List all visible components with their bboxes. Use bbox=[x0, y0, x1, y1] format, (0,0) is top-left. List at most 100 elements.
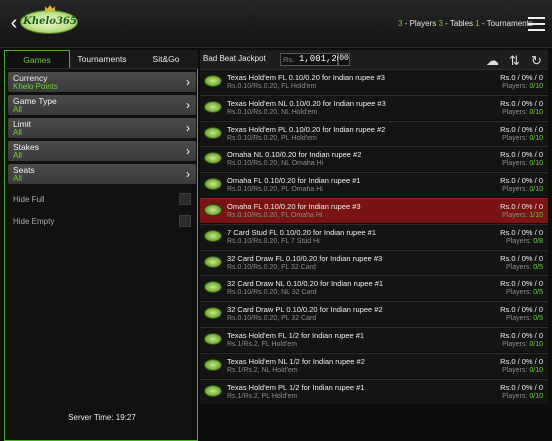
table-row[interactable]: 32 Card Draw FL 0.10/0.20 for Indian rup… bbox=[200, 249, 548, 275]
table-pot: Rs.0 / 0% / 0 bbox=[500, 356, 543, 366]
table-stakes: Rs.0.10/Rs.0.20, FL Omaha Hi bbox=[227, 212, 323, 219]
table-row[interactable]: 7 Card Stud FL 0.10/0.20 for Indian rupe… bbox=[200, 223, 548, 249]
table-name: Omaha FL 0.10/0.20 for Indian rupee #3 bbox=[227, 202, 361, 211]
table-row[interactable]: Texas Hold'em FL 1/2 for Indian rupee #1… bbox=[200, 327, 548, 352]
filter-value: Khelo Points bbox=[13, 82, 58, 91]
filter-limit[interactable]: Limit All › bbox=[8, 118, 196, 138]
table-chip-icon bbox=[204, 307, 222, 320]
tournaments-label: - Tournaments bbox=[479, 19, 533, 28]
crown-icon bbox=[45, 5, 55, 11]
players-value: 0/5 bbox=[533, 289, 543, 297]
table-players: Players: 0/10 bbox=[502, 160, 543, 167]
table-row[interactable]: Texas Hold'em NL 0.10/0.20 for Indian ru… bbox=[200, 94, 548, 120]
table-pot: Rs.0 / 0% / 0 bbox=[500, 253, 543, 263]
table-chip-icon bbox=[204, 75, 222, 87]
chevron-right-icon: › bbox=[186, 75, 190, 89]
table-name: Texas Hold'em NL 0.10/0.20 for Indian ru… bbox=[227, 98, 386, 108]
table-row[interactable]: 32 Card Draw NL 0.10/0.20 for Indian rup… bbox=[200, 275, 548, 301]
table-players: Players: 0/10 bbox=[502, 341, 543, 348]
refresh-icon[interactable]: ↻ bbox=[531, 53, 542, 69]
tables-panel: Bad Beat Jackpot Rs. 1,001,200 00 ☁ ⇅ ↻ … bbox=[200, 50, 548, 412]
hide-full-checkbox[interactable] bbox=[179, 193, 191, 205]
table-pot: Rs.0 / 0% / 0 bbox=[500, 331, 543, 340]
players-label: Players: bbox=[506, 289, 534, 297]
table-pot: Rs.0 / 0% / 0 bbox=[500, 73, 543, 82]
chevron-right-icon: › bbox=[186, 121, 190, 135]
lobby-tabs: Games Tournaments Sit&Go bbox=[4, 50, 198, 69]
players-value: 0/10 bbox=[529, 341, 543, 348]
players-label: Players: bbox=[506, 263, 534, 271]
table-players: Players: 0/8 bbox=[506, 238, 543, 245]
chevron-right-icon: › bbox=[186, 98, 190, 112]
sort-icon[interactable]: ⇅ bbox=[509, 53, 520, 69]
players-value: 0/10 bbox=[529, 160, 543, 168]
chevron-right-icon: › bbox=[186, 144, 190, 158]
jackpot-currency: Rs. bbox=[283, 55, 295, 64]
players-label: Players: bbox=[502, 366, 530, 374]
players-label: Players: bbox=[502, 186, 530, 194]
table-players: Players: 0/10 bbox=[502, 109, 543, 116]
table-name: Texas Hold'em FL 0.10/0.20 for Indian ru… bbox=[227, 73, 385, 82]
players-label: Players: bbox=[506, 237, 534, 245]
filter-currency[interactable]: Currency Khelo Points › bbox=[8, 72, 196, 92]
jackpot-amount-box: Rs. 1,001,200 bbox=[280, 53, 348, 66]
players-label: Players: bbox=[502, 392, 530, 400]
filter-seats[interactable]: Seats All › bbox=[8, 164, 196, 184]
jackpot-bar: Bad Beat Jackpot Rs. 1,001,200 00 ☁ ⇅ ↻ bbox=[200, 50, 548, 69]
table-row[interactable]: Texas Hold'em NL 1/2 for Indian rupee #2… bbox=[200, 352, 548, 378]
server-time: Server Time: 19:27 bbox=[68, 413, 136, 422]
hide-empty-checkbox[interactable] bbox=[179, 215, 191, 227]
table-players: Players: 0/10 bbox=[502, 83, 543, 90]
table-chip-icon bbox=[204, 152, 222, 165]
table-players: Players: 0/10 bbox=[502, 393, 543, 400]
table-players: Players: 0/5 bbox=[506, 289, 543, 296]
table-stakes: Rs.0.10/Rs.0.20, FL 32 Card bbox=[227, 263, 316, 271]
tables-label: - Tables bbox=[442, 19, 476, 28]
filter-stakes[interactable]: Stakes All › bbox=[8, 141, 196, 161]
tables-list: Texas Hold'em FL 0.10/0.20 for Indian ru… bbox=[200, 69, 548, 412]
table-row[interactable]: Texas Hold'em FL 0.10/0.20 for Indian ru… bbox=[200, 69, 548, 94]
table-players: Players: 0/5 bbox=[506, 315, 543, 322]
table-name: 32 Card Draw FL 0.10/0.20 for Indian rup… bbox=[227, 253, 383, 263]
table-chip-icon bbox=[204, 229, 222, 242]
table-players: Players: 0/10 bbox=[502, 186, 543, 193]
players-value: 0/8 bbox=[533, 237, 543, 245]
players-label: - Players bbox=[402, 19, 439, 28]
tab-sitgo[interactable]: Sit&Go bbox=[134, 50, 198, 68]
table-stakes: Rs.0.10/Rs.0.20, FL 7 Stud Hi bbox=[227, 237, 320, 245]
table-name: 32 Card Draw NL 0.10/0.20 for Indian rup… bbox=[227, 279, 384, 289]
table-row[interactable]: Texas Hold'em PL 1/2 for Indian rupee #1… bbox=[200, 378, 548, 404]
filter-game-type[interactable]: Game Type All › bbox=[8, 95, 196, 115]
players-label: Players: bbox=[502, 134, 530, 142]
table-chip-icon bbox=[204, 255, 222, 268]
jackpot-label: Bad Beat Jackpot bbox=[203, 54, 266, 63]
table-chip-icon bbox=[204, 281, 222, 294]
players-value: 0/10 bbox=[529, 186, 543, 194]
players-label: Players: bbox=[502, 160, 530, 168]
table-chip-icon bbox=[204, 333, 222, 345]
table-row[interactable]: Omaha NL 0.10/0.20 for Indian rupee #2 Rs… bbox=[200, 146, 548, 172]
table-pot: Rs.0 / 0% / 0 bbox=[500, 176, 543, 186]
table-row[interactable]: Texas Hold'em PL 0.10/0.20 for Indian ru… bbox=[200, 120, 548, 146]
players-value: 0/10 bbox=[529, 366, 543, 374]
hamburger-menu-icon[interactable] bbox=[528, 17, 545, 31]
tab-games[interactable]: Games bbox=[4, 50, 70, 68]
table-row[interactable]: 32 Card Draw PL 0.10/0.20 for Indian rup… bbox=[200, 301, 548, 327]
table-row[interactable]: Omaha FL 0.10/0.20 for Indian rupee #1 Rs… bbox=[200, 172, 548, 198]
table-stakes: Rs.0.10/Rs.0.20, PL Omaha Hi bbox=[227, 186, 323, 194]
table-name: Omaha NL 0.10/0.20 for Indian rupee #2 bbox=[227, 150, 362, 160]
players-label: Players: bbox=[502, 108, 530, 116]
table-name: Omaha FL 0.10/0.20 for Indian rupee #1 bbox=[227, 176, 361, 186]
table-stakes: Rs.0.10/Rs.0.20, NL 32 Card bbox=[227, 289, 317, 297]
table-players: Players: 0/5 bbox=[506, 264, 543, 271]
table-row[interactable]: Omaha FL 0.10/0.20 for Indian rupee #3 Rs… bbox=[200, 198, 548, 223]
table-name: Texas Hold'em PL 1/2 for Indian rupee #1 bbox=[227, 382, 365, 392]
table-name: Texas Hold'em FL 1/2 for Indian rupee #1 bbox=[227, 331, 365, 340]
players-value: 0/10 bbox=[529, 134, 543, 142]
chat-icon[interactable]: ☁ bbox=[486, 53, 499, 69]
table-name: 32 Card Draw PL 0.10/0.20 for Indian rup… bbox=[227, 305, 383, 315]
table-chip-icon bbox=[204, 358, 222, 371]
table-pot: Rs.0 / 0% / 0 bbox=[500, 227, 543, 237]
players-value: 0/5 bbox=[533, 263, 543, 271]
tab-tournaments[interactable]: Tournaments bbox=[70, 50, 134, 68]
